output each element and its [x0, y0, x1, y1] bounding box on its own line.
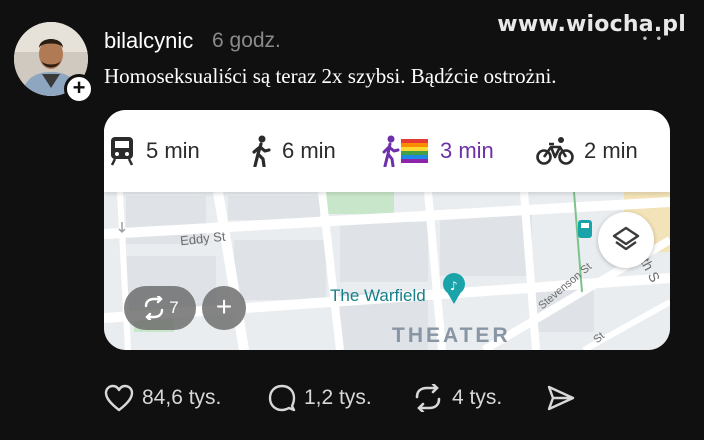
comment-count: 1,2 tys. [304, 386, 372, 409]
mode-walk: 6 min [250, 134, 336, 168]
mode-transit-label: 5 min [146, 138, 200, 163]
mode-rainbow-walk: 3 min [382, 134, 494, 168]
place-label-warfield[interactable]: The Warfield [330, 286, 426, 306]
watermark-dots: • • [641, 34, 664, 45]
mode-bike-label: 2 min [584, 138, 638, 163]
repost-count: 4 tys. [452, 386, 503, 409]
mode-walk-label: 6 min [282, 138, 336, 163]
heart-icon [104, 384, 134, 412]
site-watermark: www.wiocha.pl • • [497, 12, 686, 45]
mode-bike: 2 min [536, 134, 638, 168]
mode-rainbow-walk-label: 3 min [440, 138, 494, 163]
repost-icon [145, 296, 164, 320]
post-time: 6 godz. [212, 29, 281, 52]
comment-icon [268, 384, 296, 412]
send-icon [547, 385, 575, 411]
svg-text:♪: ♪ [450, 279, 458, 293]
rainbow-walk-icon [382, 135, 428, 167]
follow-button[interactable]: + [64, 74, 94, 104]
comment-button[interactable]: 1,2 tys. [268, 378, 372, 418]
like-count: 84,6 tys. [142, 386, 222, 409]
mode-transit: 5 min [108, 134, 200, 168]
travel-modes-bar: 5 min 6 min 3 min 2 min [104, 110, 670, 192]
repost-button[interactable]: 4 tys. [412, 378, 502, 418]
repost-icon [415, 384, 441, 412]
bike-icon [536, 137, 574, 165]
district-label-theater: THEATER [392, 324, 511, 347]
post-actions: 84,6 tys. 1,2 tys. 4 tys. [0, 378, 704, 418]
quote-repost-count: 7 [169, 298, 179, 317]
like-button[interactable]: 84,6 tys. [104, 378, 221, 418]
add-button[interactable]: + [202, 286, 246, 330]
layers-icon [612, 226, 640, 251]
post-text: Homoseksualiści są teraz 2x szybsi. Bądź… [104, 64, 557, 88]
username[interactable]: bilalcynic [104, 28, 193, 54]
walk-icon [252, 135, 271, 167]
train-icon [110, 137, 134, 166]
share-button[interactable] [546, 378, 576, 418]
map-layers-button[interactable] [598, 212, 654, 268]
quote-repost-button[interactable]: 7 [124, 286, 196, 330]
